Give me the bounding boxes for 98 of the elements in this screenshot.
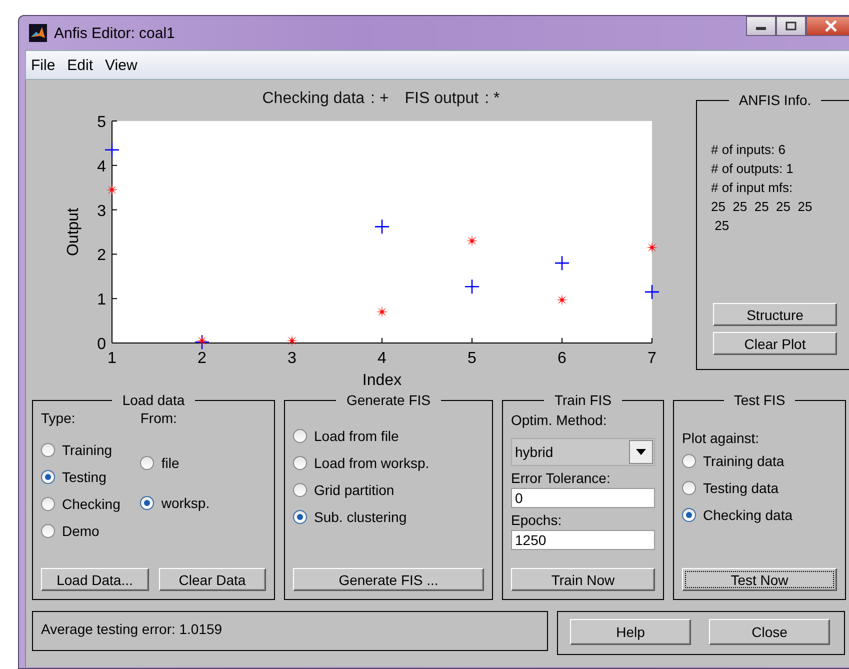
panel-title: Load data bbox=[121, 392, 186, 408]
menu-item[interactable]: Edit bbox=[67, 56, 94, 74]
radio-label: Grid partition bbox=[314, 482, 394, 498]
star-marker bbox=[376, 306, 388, 318]
y-tick-label: 3 bbox=[97, 202, 106, 220]
plus-marker bbox=[194, 334, 210, 350]
caret-icon bbox=[636, 449, 646, 455]
plus-marker bbox=[644, 284, 660, 300]
star-marker bbox=[556, 294, 568, 306]
maximize-icon bbox=[785, 21, 797, 31]
window-title: Anfis Editor: coal1 bbox=[54, 24, 175, 42]
star-marker bbox=[646, 242, 658, 254]
star-marker bbox=[106, 184, 118, 196]
plus-marker bbox=[464, 278, 480, 294]
radio-label: Testing bbox=[62, 469, 106, 485]
info-text: 25 bbox=[714, 217, 730, 235]
x-tick-label: 3 bbox=[288, 350, 296, 367]
push-button[interactable]: Help bbox=[570, 619, 691, 645]
y-tick-label: 2 bbox=[97, 247, 106, 264]
menu-item[interactable]: File bbox=[31, 56, 56, 74]
star-marker bbox=[286, 334, 298, 347]
radio-label: Load from file bbox=[314, 428, 399, 444]
menu-item[interactable]: View bbox=[105, 56, 138, 74]
x-tick-label: 2 bbox=[198, 350, 206, 367]
panel-title: Train FIS bbox=[553, 392, 613, 408]
radio-label: Training data bbox=[703, 453, 784, 469]
radio-label: worksp. bbox=[161, 495, 210, 511]
plus-marker bbox=[104, 142, 120, 158]
radio-button[interactable] bbox=[41, 524, 55, 538]
star-marker bbox=[196, 334, 208, 347]
minimize-button[interactable] bbox=[746, 16, 776, 36]
legend-marker-symbol: : * bbox=[484, 90, 500, 108]
push-button[interactable]: Close bbox=[709, 619, 830, 645]
radio-button[interactable] bbox=[140, 496, 154, 510]
push-button[interactable]: Test Now bbox=[682, 568, 837, 591]
x-tick-label: 7 bbox=[648, 350, 656, 367]
push-button[interactable]: Clear Data bbox=[158, 568, 266, 591]
info-text: 25 25 25 25 25 bbox=[711, 198, 814, 216]
info-text: # of inputs: 6 bbox=[711, 141, 786, 159]
x-tick-label: 5 bbox=[468, 350, 476, 367]
radio-button[interactable] bbox=[293, 456, 307, 470]
star-marker bbox=[466, 234, 478, 247]
radio-label: Checking data bbox=[703, 507, 793, 523]
radio-label: file bbox=[161, 455, 180, 471]
radio-label: Checking bbox=[62, 496, 120, 512]
method-dropdown[interactable]: hybrid bbox=[511, 438, 655, 466]
from-label: From: bbox=[140, 410, 177, 426]
legend-series-name: Checking data bbox=[262, 90, 365, 108]
radio-button[interactable] bbox=[140, 456, 154, 470]
radio-button[interactable] bbox=[41, 470, 55, 484]
push-button[interactable]: Structure bbox=[713, 303, 837, 326]
push-button[interactable]: Load Data... bbox=[41, 568, 148, 591]
panel-title: ANFIS Info. bbox=[738, 92, 812, 108]
method-label: Optim. Method: bbox=[511, 412, 607, 428]
radio-label: Sub. clustering bbox=[314, 509, 407, 525]
epochs-field[interactable]: 1250 bbox=[511, 530, 655, 550]
maximize-button[interactable] bbox=[776, 16, 806, 36]
radio-button[interactable] bbox=[293, 510, 307, 524]
info-text: # of outputs: 1 bbox=[711, 160, 794, 178]
x-tick-label: 4 bbox=[378, 350, 386, 367]
epochs-label: Epochs: bbox=[511, 512, 562, 528]
plot-against-label: Plot against: bbox=[682, 430, 760, 446]
y-tick-label: 1 bbox=[97, 292, 106, 309]
app-logo-icon bbox=[29, 24, 47, 42]
radio-label: Load from worksp. bbox=[314, 455, 430, 471]
y-tick-label: 4 bbox=[97, 158, 106, 176]
y-tick-label: 0 bbox=[97, 336, 106, 353]
close-icon bbox=[824, 20, 838, 32]
radio-button[interactable] bbox=[682, 508, 696, 522]
radio-button[interactable] bbox=[682, 454, 696, 468]
radio-label: Testing data bbox=[703, 480, 778, 496]
status-text: Average testing error: 1.0159 bbox=[41, 621, 222, 637]
type-label: Type: bbox=[41, 410, 76, 426]
radio-button[interactable] bbox=[41, 497, 55, 511]
y-axis-label: Output bbox=[65, 208, 82, 256]
tolerance-field[interactable]: 0 bbox=[511, 488, 655, 508]
push-button[interactable]: Clear Plot bbox=[713, 332, 837, 355]
radio-label: Training bbox=[62, 442, 112, 458]
push-button[interactable]: Train Now bbox=[511, 568, 655, 591]
y-tick-label: 5 bbox=[97, 114, 106, 131]
close-button[interactable] bbox=[806, 16, 849, 36]
radio-button[interactable] bbox=[682, 481, 696, 495]
panel-title: Generate FIS bbox=[345, 392, 432, 408]
radio-label: Demo bbox=[62, 523, 100, 539]
legend-marker-symbol: : + bbox=[370, 90, 389, 108]
info-text: # of input mfs: bbox=[711, 179, 794, 197]
radio-button[interactable] bbox=[293, 483, 307, 497]
plus-marker bbox=[374, 219, 390, 234]
tolerance-label: Error Tolerance: bbox=[511, 470, 610, 486]
x-tick-label: 6 bbox=[558, 350, 566, 367]
radio-button[interactable] bbox=[41, 443, 55, 457]
panel-title: Test FIS bbox=[732, 392, 786, 408]
radio-button[interactable] bbox=[293, 429, 307, 443]
plus-marker bbox=[554, 255, 570, 271]
push-button[interactable]: Generate FIS ... bbox=[293, 568, 484, 591]
x-axis-label: Index bbox=[362, 372, 402, 389]
legend-series-name: FIS output bbox=[404, 90, 479, 108]
x-tick-label: 1 bbox=[108, 350, 116, 367]
